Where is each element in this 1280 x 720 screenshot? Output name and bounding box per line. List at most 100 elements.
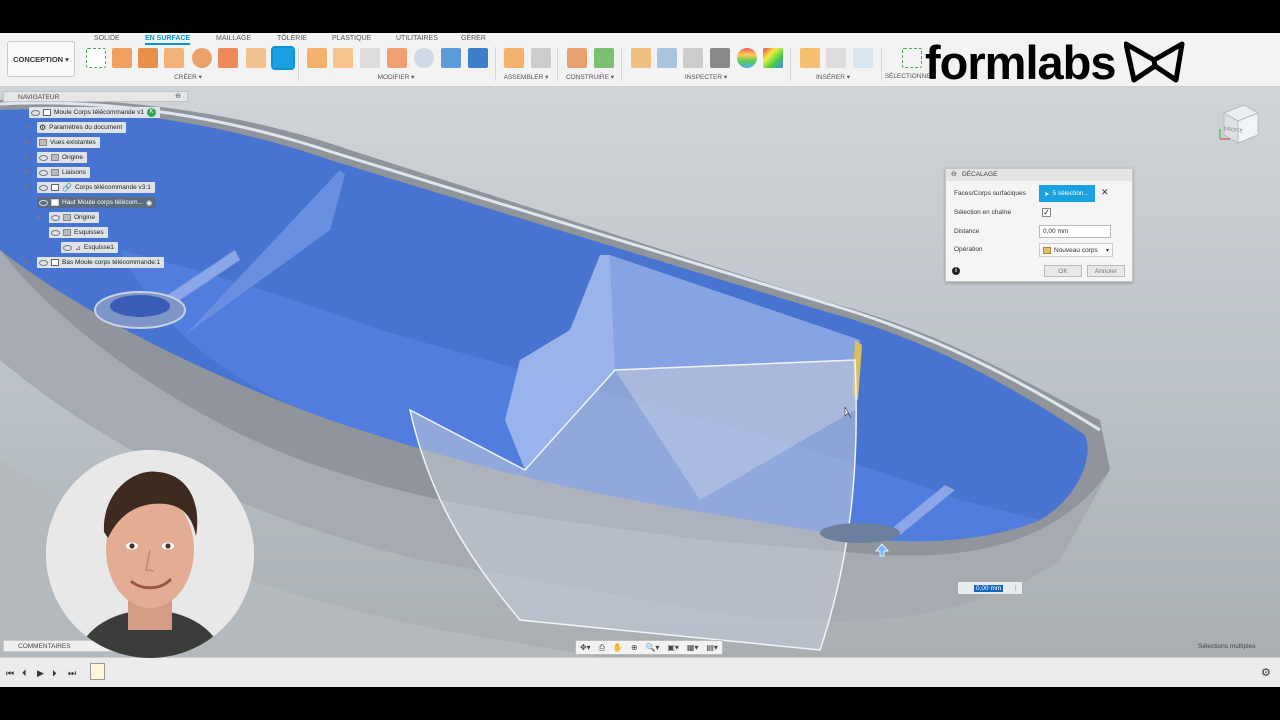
expand-arrow-icon[interactable] <box>25 169 29 175</box>
ruled-icon[interactable] <box>246 48 266 68</box>
go-to-start-icon[interactable]: ⏮ <box>6 668 14 679</box>
nav-item-haut-moule[interactable]: Haut Moule corps télécom... ◉ <box>37 197 157 208</box>
insert-canvas-icon[interactable] <box>826 48 846 68</box>
group-inspecter[interactable]: INSPECTER ▾ <box>685 73 727 81</box>
group-inserer[interactable]: INSÉRER ▾ <box>816 73 850 81</box>
move-icon[interactable] <box>387 48 407 68</box>
nav-item-origine-sub[interactable]: Origine <box>49 212 99 223</box>
zebra-icon[interactable] <box>710 48 730 68</box>
expand-arrow-icon[interactable] <box>25 124 29 130</box>
revolve-icon[interactable] <box>164 48 184 68</box>
chain-selection-checkbox[interactable]: ✓ <box>1042 208 1051 217</box>
visibility-icon[interactable] <box>39 154 48 161</box>
clear-selection-icon[interactable]: ✕ <box>1101 187 1109 198</box>
offset-plane-icon[interactable] <box>567 48 587 68</box>
navigator-header[interactable]: NAVIGATEUR ⊖ <box>3 91 188 102</box>
group-modifier[interactable]: MODIFIER ▾ <box>378 73 415 81</box>
expand-arrow-icon[interactable] <box>25 259 29 265</box>
info-icon[interactable]: i <box>952 267 960 275</box>
zoom-icon[interactable]: ⊕ <box>631 643 638 652</box>
viewports-icon[interactable]: ▤▾ <box>706 643 718 652</box>
more-options-icon[interactable]: ⋮ <box>1013 584 1020 592</box>
look-at-icon[interactable]: ⎙ <box>599 643 605 653</box>
tab-maillage[interactable]: MAILLAGE <box>216 35 251 42</box>
workspace-switcher[interactable]: CONCEPTION ▾ <box>7 41 75 77</box>
tab-solide[interactable]: SOLIDE <box>94 35 120 42</box>
orbit-icon[interactable]: ✥▾ <box>580 643 591 652</box>
nav-item-liaisons[interactable]: Liaisons <box>37 167 90 178</box>
plane-at-angle-icon[interactable] <box>594 48 614 68</box>
expand-arrow-icon[interactable] <box>25 184 29 190</box>
visibility-icon[interactable] <box>31 109 40 116</box>
extrude-icon[interactable] <box>112 48 132 68</box>
joint-icon[interactable] <box>531 48 551 68</box>
faces-selection-button[interactable]: ➤ 5 sélection... <box>1039 185 1095 202</box>
settings-gear-icon[interactable]: ⚙ <box>1261 666 1271 679</box>
timeline-feature-icon[interactable] <box>90 663 105 680</box>
tab-utilitaires[interactable]: UTILITAIRES <box>396 35 438 42</box>
visibility-icon[interactable] <box>63 244 72 251</box>
step-forward-icon[interactable]: ⏵ <box>52 668 57 679</box>
nav-item-origine[interactable]: Origine <box>37 152 87 163</box>
interference-icon[interactable] <box>657 48 677 68</box>
visibility-icon[interactable] <box>39 169 48 176</box>
thicken-icon[interactable] <box>468 48 488 68</box>
new-component-icon[interactable] <box>504 48 524 68</box>
visibility-icon[interactable] <box>51 229 60 236</box>
play-icon[interactable]: ▶ <box>37 668 44 679</box>
visibility-icon[interactable] <box>39 199 48 206</box>
offset-dialog-header[interactable]: ⊖ DÉCALAGE <box>946 169 1132 181</box>
tab-en-surface[interactable]: EN SURFACE <box>145 35 191 45</box>
fillet-icon[interactable] <box>307 48 327 68</box>
viewcube[interactable]: DROITE <box>1214 99 1264 149</box>
group-assembler[interactable]: ASSEMBLER ▾ <box>504 73 549 81</box>
nav-item-vues[interactable]: Vues existantes <box>37 137 100 148</box>
delete-icon[interactable] <box>333 48 353 68</box>
expand-arrow-icon[interactable] <box>25 139 29 145</box>
collapse-icon[interactable]: ⊖ <box>951 170 957 178</box>
insert-derive-icon[interactable] <box>800 48 820 68</box>
nav-item-esquisses[interactable]: Esquisses <box>49 227 108 238</box>
reverse-normal-icon[interactable] <box>414 48 434 68</box>
select-icon[interactable] <box>902 48 922 68</box>
activate-radio-icon[interactable]: ◉ <box>146 199 152 207</box>
curvature-map-icon[interactable] <box>763 48 783 68</box>
nav-item-parametres[interactable]: ⚙ Paramètres du document <box>37 122 127 133</box>
expand-arrow-icon[interactable] <box>37 214 41 220</box>
visibility-icon[interactable] <box>39 184 48 191</box>
tab-gerer[interactable]: GÉRER <box>461 35 486 42</box>
nav-item-root[interactable]: Moule Corps télécommande v1 K <box>29 107 160 118</box>
go-to-end-icon[interactable]: ⏭ <box>68 668 76 679</box>
group-construire[interactable]: CONSTRUIRE ▾ <box>566 73 614 81</box>
pan-hand-icon[interactable]: ✋ <box>613 643 623 652</box>
ok-button[interactable]: OK <box>1044 265 1082 277</box>
expand-arrow-icon[interactable] <box>25 154 29 160</box>
patch-icon[interactable] <box>138 48 158 68</box>
offset-icon[interactable] <box>271 46 295 70</box>
new-sketch-icon[interactable] <box>86 48 106 68</box>
step-back-icon[interactable]: ⏴ <box>22 668 27 679</box>
nav-item-corps[interactable]: 🔗 Corps télécommande v3:1 <box>37 182 155 193</box>
display-settings-icon[interactable]: ▣▾ <box>667 643 679 652</box>
collapse-icon[interactable]: ⊖ <box>175 92 181 100</box>
cancel-button[interactable]: Annuler <box>1087 265 1125 277</box>
loft-icon[interactable] <box>218 48 238 68</box>
visibility-icon[interactable] <box>39 259 48 266</box>
draft-analysis-icon[interactable] <box>737 48 757 68</box>
grid-icon[interactable]: ▦▾ <box>687 643 699 652</box>
visibility-icon[interactable] <box>51 214 60 221</box>
sweep-icon[interactable] <box>192 48 212 68</box>
operation-select[interactable]: Nouveau corps ▾ <box>1039 243 1113 257</box>
tab-tolerie[interactable]: TÔLERIE <box>277 35 307 42</box>
distance-input[interactable]: 0,00 mm <box>1039 225 1111 238</box>
split-icon[interactable] <box>360 48 380 68</box>
curvature-comb-icon[interactable] <box>683 48 703 68</box>
distance-manipulator-input[interactable]: 0,00 mm ⋮ <box>957 581 1023 595</box>
group-creer[interactable]: CRÉER ▾ <box>174 73 202 81</box>
nav-item-bas-moule[interactable]: Bas Moule corps télécommande:1 <box>37 257 165 268</box>
insert-mesh-icon[interactable] <box>853 48 873 68</box>
nav-item-esquisse1[interactable]: ⊿ Esquisse1 <box>61 242 118 253</box>
fit-zoom-icon[interactable]: 🔍▾ <box>645 643 659 652</box>
measure-icon[interactable] <box>631 48 651 68</box>
stitch-icon[interactable] <box>441 48 461 68</box>
